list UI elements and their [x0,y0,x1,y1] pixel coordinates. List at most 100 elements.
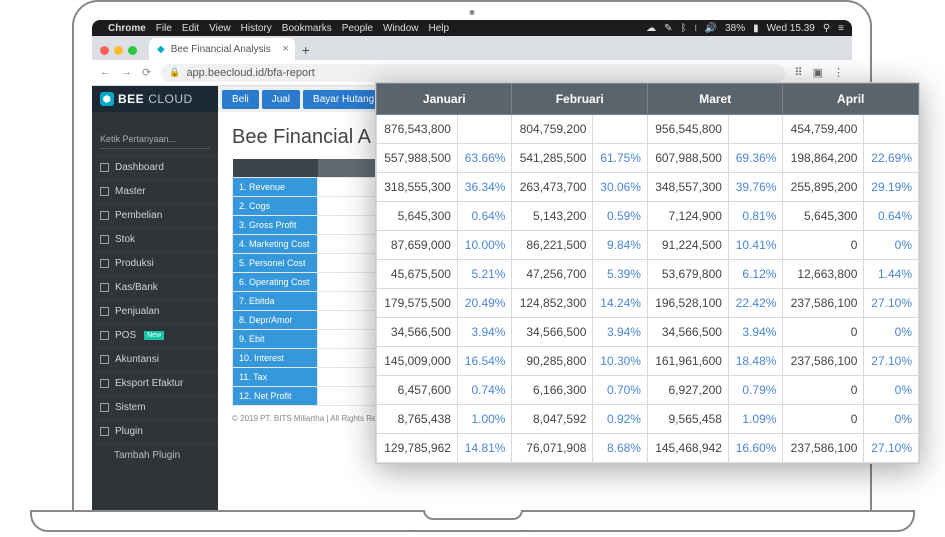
cell-percent: 5.39% [593,260,648,289]
checkbox-icon [100,235,109,244]
search-input[interactable]: Ketik Pertanyaan... [100,130,210,149]
cell-percent: 0.70% [593,376,648,405]
sidebar-item-penjualan[interactable]: Penjualan [92,299,218,323]
checkbox-icon [100,403,109,412]
checkbox-icon [100,259,109,268]
spotlight-icon[interactable]: ⚲ [823,23,830,34]
sidebar-item-pos[interactable]: POSNew [92,323,218,347]
tab-jual[interactable]: Jual [262,90,300,109]
menu-file[interactable]: File [156,23,172,34]
cell-value: 8,765,438 [377,405,458,434]
sidebar-item-label: Dashboard [115,162,164,173]
menu-app[interactable]: Chrome [108,23,146,34]
month-header: Maret [647,84,782,115]
sidebar-item-sistem[interactable]: Sistem [92,395,218,419]
cell-value: 90,285,800 [512,347,593,376]
bluetooth-icon[interactable]: ᛒ [681,23,687,34]
notif-icon[interactable]: ≡ [838,23,844,34]
volume-icon[interactable]: 🔊 [705,23,717,34]
sidebar-item-akuntansi[interactable]: Akuntansi [92,347,218,371]
new-tab-button[interactable]: + [295,42,317,60]
sidebar-item-label: Penjualan [115,306,159,317]
cell-percent [457,115,512,144]
cell-percent: 27.10% [864,289,919,318]
tab-close-icon[interactable]: × [282,43,288,55]
cell-percent: 0.92% [593,405,648,434]
cell-value: 9,565,458 [647,405,728,434]
sidebar-item-dashboard[interactable]: Dashboard [92,155,218,179]
cell-percent: 0.74% [457,376,512,405]
wifi-icon[interactable]: ⧙ [695,23,697,34]
checkbox-icon [100,163,109,172]
url-text: app.beecloud.id/bfa-report [186,67,314,79]
menu-help[interactable]: Help [429,23,450,34]
cell-percent: 61.75% [593,144,648,173]
tab-bayar-hutang[interactable]: Bayar Hutang [303,90,384,109]
tray-icon[interactable]: ☁ [646,23,656,34]
cell-value: 34,566,500 [512,318,593,347]
metric-label: 7. Ebitda [233,292,318,311]
new-badge: New [144,331,164,340]
extension-icon[interactable]: ▣ [813,66,823,79]
translate-icon[interactable]: ⠿ [795,66,803,79]
cell-percent: 0% [864,318,919,347]
sidebar: ⬢ BEECLOUD Ketik Pertanyaan... Dashboard… [92,86,218,518]
cell-value: 237,586,100 [783,347,864,376]
battery-icon[interactable]: ▮ [753,23,759,34]
window-controls [92,40,145,60]
menu-view[interactable]: View [209,23,231,34]
menu-window[interactable]: Window [383,23,419,34]
cell-value: 0 [783,318,864,347]
checkbox-icon [100,307,109,316]
back-button[interactable]: ← [100,66,111,79]
cell-percent: 0.59% [593,202,648,231]
checkbox-icon [100,283,109,292]
sidebar-item-pembelian[interactable]: Pembelian [92,203,218,227]
menu-people[interactable]: People [342,23,373,34]
address-bar[interactable]: 🔒 app.beecloud.id/bfa-report [161,64,784,82]
reload-button[interactable]: ⟳ [142,66,151,79]
close-icon[interactable] [100,46,109,55]
tray-icon[interactable]: ✎ [664,23,672,34]
cell-percent: 1.09% [728,405,783,434]
cell-value: 7,124,900 [647,202,728,231]
browser-tab[interactable]: ◆ Bee Financial Analysis × [149,38,295,60]
metric-label: 8. Depr/Amor [233,311,318,330]
chrome-tabstrip: ◆ Bee Financial Analysis × + [92,36,852,60]
cell-percent: 3.94% [728,318,783,347]
cell-percent: 10.41% [728,231,783,260]
chrome-menu-icon[interactable]: ⋮ [833,66,844,79]
sidebar-subitem-tambah-plugin[interactable]: Tambah Plugin [92,443,218,467]
sidebar-item-master[interactable]: Master [92,179,218,203]
cell-value: 876,543,800 [377,115,458,144]
menu-history[interactable]: History [241,23,272,34]
cell-value: 0 [783,231,864,260]
menu-bookmarks[interactable]: Bookmarks [282,23,332,34]
metric-label: 3. Gross Profit [233,216,318,235]
sidebar-item-eksportefaktur[interactable]: Eksport Efaktur [92,371,218,395]
minimize-icon[interactable] [114,46,123,55]
tab-beli[interactable]: Beli [222,90,259,109]
month-header: April [783,84,919,115]
month-header: Januari [377,84,512,115]
sidebar-item-produksi[interactable]: Produksi [92,251,218,275]
cell-value: 34,566,500 [377,318,458,347]
metric-label: 11. Tax [233,368,318,387]
cell-value: 956,545,800 [647,115,728,144]
sidebar-item-stok[interactable]: Stok [92,227,218,251]
cell-value: 8,047,592 [512,405,593,434]
cell-value: 348,557,300 [647,173,728,202]
cell-value: 6,927,200 [647,376,728,405]
sidebar-item-kasbank[interactable]: Kas/Bank [92,275,218,299]
sidebar-item-label: Produksi [115,258,154,269]
sidebar-item-label: Stok [115,234,135,245]
menu-edit[interactable]: Edit [182,23,199,34]
sidebar-item-label: Eksport Efaktur [115,378,183,389]
maximize-icon[interactable] [128,46,137,55]
sidebar-item-plugin[interactable]: Plugin [92,419,218,443]
cell-value: 804,759,200 [512,115,593,144]
brand-logo[interactable]: ⬢ BEECLOUD [92,86,218,112]
cell-percent: 27.10% [864,434,919,463]
cell-percent: 69.36% [728,144,783,173]
forward-button[interactable]: → [121,66,132,79]
